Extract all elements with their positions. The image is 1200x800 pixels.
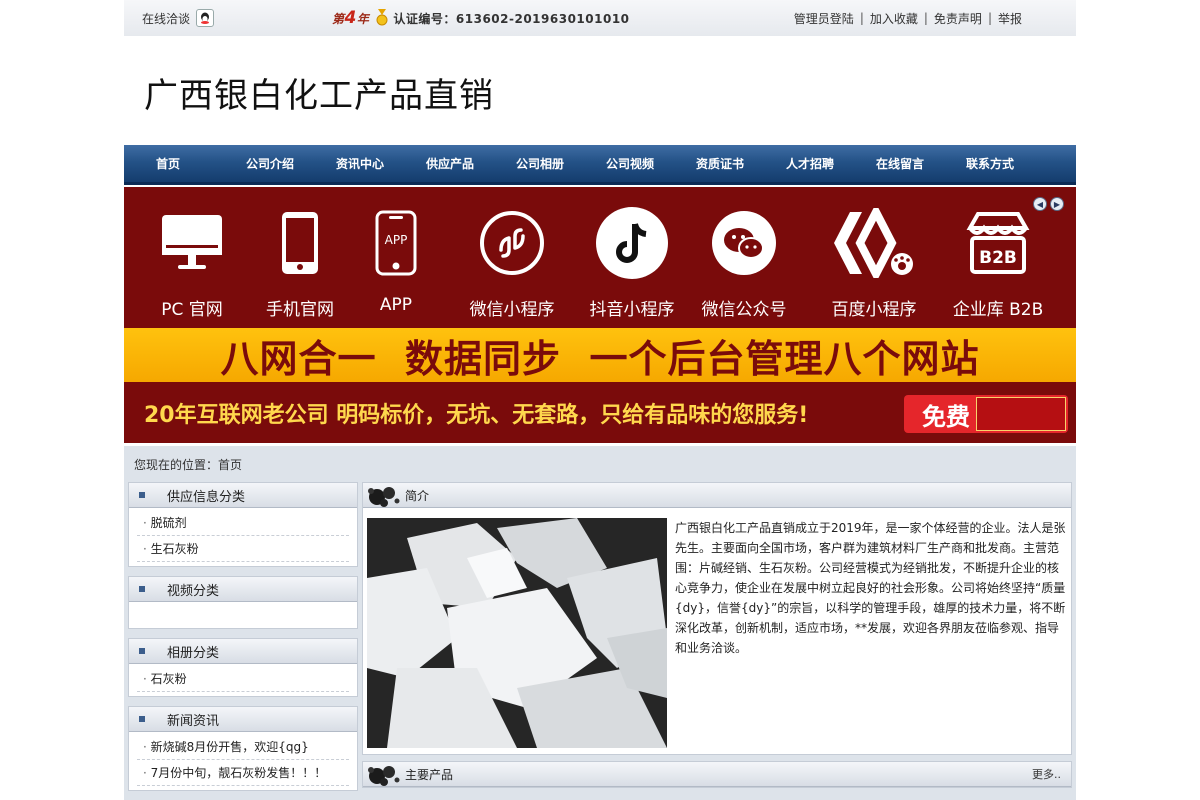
nav-about[interactable]: 公司介绍 xyxy=(246,155,336,172)
wechat-icon xyxy=(712,211,776,275)
headline-text: 八网合一 数据同步 一个后台管理八个网站 xyxy=(220,336,980,381)
divider: | xyxy=(859,11,864,25)
online-chat[interactable]: 在线洽谈 xyxy=(142,9,215,27)
medal-icon xyxy=(376,9,388,26)
banner-label: 抖音小程序 xyxy=(589,300,675,320)
nav-message[interactable]: 在线留言 xyxy=(876,155,966,172)
sidebar: 供应信息分类 脱硫剂 生石灰粉 视频分类 相册分类 石灰粉 新闻资讯 新烧碱8月… xyxy=(128,482,358,800)
list-item[interactable]: 7月份中旬，靓石灰粉发售！！！ xyxy=(137,760,349,786)
free-button[interactable]: 免费 xyxy=(904,395,1068,433)
banner-item-app: APP APP xyxy=(346,205,446,315)
admin-login-link[interactable]: 管理员登陆 xyxy=(794,10,854,27)
banner-icons: PC 官网 手机官网 APP APP 微信小程序 抖音小程序 微信公众号 百度小… xyxy=(124,197,1076,327)
banner-item-douyin: 抖音小程序 xyxy=(582,205,682,320)
main-column: 简介 广西银白化工产品直销成立于2019年，是一家个体经营的企业。法人是张先生。… xyxy=(362,482,1072,794)
year-badge: 第4年 xyxy=(332,8,370,28)
svg-text:B2B: B2B xyxy=(979,248,1017,268)
banner-label: 百度小程序 xyxy=(831,300,917,320)
box-title: 视频分类 xyxy=(167,583,220,599)
intro-panel: 简介 广西银白化工产品直销成立于2019年，是一家个体经营的企业。法人是张先生。… xyxy=(362,482,1072,755)
monitor-icon xyxy=(162,215,222,269)
slogan-band: 20年互联网老公司 明码标价，无坑、无套路，只给有品味的您服务! 免费 xyxy=(124,382,1076,443)
divider: | xyxy=(987,11,992,25)
square-bullet-icon xyxy=(139,586,145,592)
list-item[interactable]: 石灰粉 xyxy=(137,666,349,692)
headline-band: 八网合一 数据同步 一个后台管理八个网站 xyxy=(124,328,1076,382)
banner-label: 微信公众号 xyxy=(701,300,787,320)
nav-home[interactable]: 首页 xyxy=(156,155,246,172)
divider: | xyxy=(923,11,928,25)
list-item[interactable]: 脱硫剂 xyxy=(137,510,349,536)
empty-list xyxy=(129,602,357,628)
square-bullet-icon xyxy=(139,492,145,498)
banner-label: 手机官网 xyxy=(266,300,334,320)
panel-title: 简介 xyxy=(405,488,430,503)
breadcrumb: 您现在的位置：首页 xyxy=(134,458,243,472)
nav-certificates[interactable]: 资质证书 xyxy=(696,155,786,172)
supply-category-box: 供应信息分类 脱硫剂 生石灰粉 xyxy=(128,482,358,567)
nav-contact[interactable]: 联系方式 xyxy=(966,155,1056,172)
site-title: 广西银白化工产品直销 xyxy=(144,76,494,116)
product-photo xyxy=(367,518,667,748)
news-box: 新闻资讯 新烧碱8月份开售，欢迎{qg} 7月份中旬，靓石灰粉发售！！！ xyxy=(128,706,358,791)
banner-item-wechat-official: 微信公众号 xyxy=(694,205,794,320)
report-link[interactable]: 举报 xyxy=(998,10,1022,27)
nav-video[interactable]: 公司视频 xyxy=(606,155,696,172)
free-label[interactable]: 免费 xyxy=(922,397,970,432)
app-icon: APP xyxy=(375,210,417,276)
slogan-text: 20年互联网老公司 明码标价，无坑、无套路，只给有品味的您服务! xyxy=(144,402,809,428)
phone-icon xyxy=(282,212,318,274)
promo-graphic xyxy=(976,397,1066,431)
cert-number: 认证编号：613602-2019630101010 xyxy=(393,11,630,26)
more-link[interactable]: 更多.. xyxy=(1032,766,1061,782)
banner-item-baidu: 百度小程序 xyxy=(824,205,924,320)
nav-news[interactable]: 资讯中心 xyxy=(336,155,426,172)
banner-item-wechat-mini: 微信小程序 xyxy=(462,205,562,320)
intro-text: 广西银白化工产品直销成立于2019年，是一家个体经营的企业。法人是张先生。主要面… xyxy=(675,521,1066,655)
banner-label: PC 官网 xyxy=(161,300,223,320)
nav-jobs[interactable]: 人才招聘 xyxy=(786,155,876,172)
banner-label: 企业库 B2B xyxy=(952,300,1044,320)
disclaimer-link[interactable]: 免责声明 xyxy=(934,10,982,27)
banner-item-mobile: 手机官网 xyxy=(250,205,350,320)
main-nav: 首页 公司介绍 资讯中心 供应产品 公司相册 公司视频 资质证书 人才招聘 在线… xyxy=(124,145,1076,185)
douyin-icon xyxy=(596,207,668,279)
list-item[interactable]: 新烧碱8月份开售，欢迎{qg} xyxy=(137,734,349,760)
list-item[interactable]: 生石灰粉 xyxy=(137,536,349,562)
banner-item-b2b: B2B 企业库 B2B xyxy=(938,205,1058,320)
ink-splash-icon xyxy=(368,486,400,507)
online-chat-label[interactable]: 在线洽谈 xyxy=(142,10,190,27)
square-bullet-icon xyxy=(139,716,145,722)
nav-album[interactable]: 公司相册 xyxy=(516,155,606,172)
box-title: 供应信息分类 xyxy=(167,489,246,505)
certification-info: 第4年 认证编号：613602-2019630101010 xyxy=(332,8,630,28)
nav-products[interactable]: 供应产品 xyxy=(426,155,516,172)
content-area: 您现在的位置：首页 供应信息分类 脱硫剂 生石灰粉 视频分类 相册分类 石灰粉 … xyxy=(124,446,1076,800)
top-links: 管理员登陆 | 加入收藏 | 免责声明 | 举报 xyxy=(794,10,1022,27)
b2b-store-icon: B2B xyxy=(966,212,1030,274)
qq-icon[interactable] xyxy=(196,9,215,27)
baidu-icon xyxy=(834,208,913,278)
video-category-box: 视频分类 xyxy=(128,576,358,629)
miniprogram-icon xyxy=(480,211,544,275)
album-category-box: 相册分类 石灰粉 xyxy=(128,638,358,697)
banner-label: 微信小程序 xyxy=(469,300,555,320)
ink-splash-icon xyxy=(368,765,400,786)
box-title: 新闻资讯 xyxy=(167,713,220,729)
promo-banner[interactable]: ◀ ▶ PC 官网 手机官网 APP APP 微信小程序 抖音小程序 微信公众号 xyxy=(124,187,1076,443)
products-panel: 主要产品 更多.. xyxy=(362,761,1072,788)
banner-label: APP xyxy=(379,295,413,315)
svg-text:APP: APP xyxy=(385,233,408,247)
panel-title: 主要产品 xyxy=(405,767,454,782)
square-bullet-icon xyxy=(139,648,145,654)
banner-item-pc: PC 官网 xyxy=(142,205,242,320)
top-bar: 在线洽谈 第4年 认证编号：613602-2019630101010 管理员登陆… xyxy=(124,0,1076,36)
add-favorite-link[interactable]: 加入收藏 xyxy=(870,10,918,27)
box-title: 相册分类 xyxy=(167,645,220,661)
